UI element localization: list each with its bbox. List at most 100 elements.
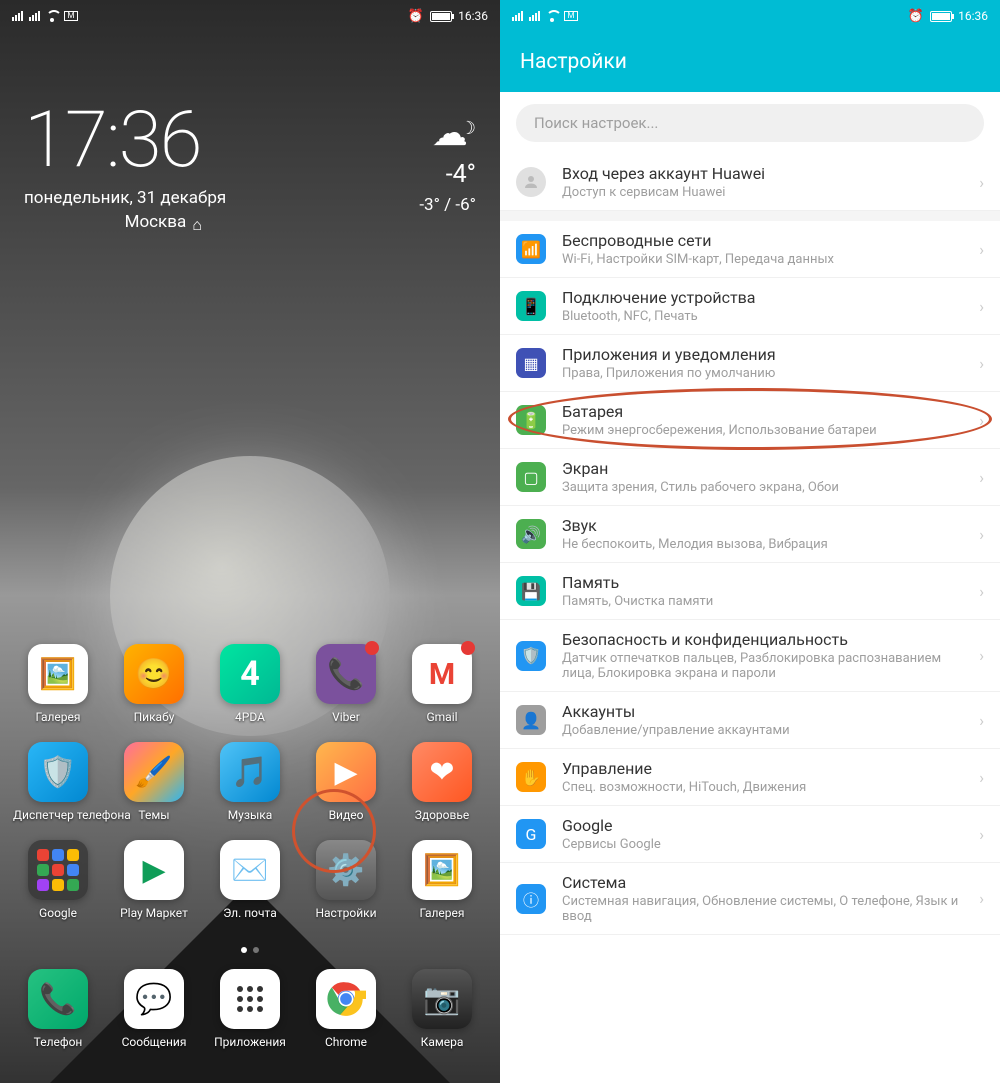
settings-list: 📶Беспроводные сетиWi-Fi, Настройки SIM-к… (500, 221, 1000, 935)
app-viber[interactable]: 📞 Viber (301, 644, 391, 724)
signal-icon-2 (29, 11, 40, 21)
pikabu-icon: 😊 (124, 644, 184, 704)
huawei-account-row[interactable]: Вход через аккаунт Huawei Доступ к сервис… (500, 154, 1000, 211)
app-music[interactable]: 🎵Музыка (205, 742, 295, 822)
chrome-icon (316, 969, 376, 1029)
wifi-icon (46, 10, 58, 22)
app-label: Галерея (13, 710, 103, 724)
gallery-icon: 🖼️ (28, 644, 88, 704)
app-4pda[interactable]: 4 4PDA (205, 644, 295, 724)
clock-city: Москва (125, 212, 187, 232)
item-title: Аккаунты (562, 702, 971, 721)
settings-row-google[interactable]: GGoogleСервисы Google› (500, 806, 1000, 863)
sound-icon: 🔊 (516, 519, 546, 549)
settings-row-control[interactable]: ✋УправлениеСпец. возможности, HiTouch, Д… (500, 749, 1000, 806)
settings-title: Настройки (500, 32, 1000, 92)
account-avatar-icon (516, 167, 546, 197)
app-label: Настройки (301, 906, 391, 920)
chevron-right-icon: › (979, 646, 984, 665)
app-email[interactable]: ✉️Эл. почта (205, 840, 295, 920)
alarm-icon: ⏰ (408, 9, 424, 24)
app-label: Пикабу (109, 710, 199, 724)
item-title: Google (562, 816, 971, 835)
item-sub: Спец. возможности, HiTouch, Движения (562, 780, 971, 795)
app-play[interactable]: ▶Play Маркет (109, 840, 199, 920)
google-folder-icon (28, 840, 88, 900)
settings-row-sound[interactable]: 🔊ЗвукНе беспокоить, Мелодия вызова, Вибр… (500, 506, 1000, 563)
signal-icon (512, 11, 523, 21)
item-sub: Режим энергосбережения, Использование ба… (562, 423, 971, 438)
signal-icon-2 (529, 11, 540, 21)
app-label: 4PDA (205, 710, 295, 724)
alarm-icon: ⏰ (908, 9, 924, 24)
settings-row-accounts[interactable]: 👤АккаунтыДобавление/управление аккаунтам… (500, 692, 1000, 749)
status-time: 16:36 (458, 9, 488, 23)
item-title: Система (562, 873, 971, 892)
google-icon: G (516, 819, 546, 849)
mail-icon: M (564, 11, 578, 21)
app-phone-manager[interactable]: 🛡️Диспетчер телефона (13, 742, 103, 822)
app-messages[interactable]: 💬Сообщения (109, 969, 199, 1049)
app-themes[interactable]: 🖌️ Темы (109, 742, 199, 822)
settings-row-storage[interactable]: 💾ПамятьПамять, Очистка памяти› (500, 563, 1000, 620)
settings-row-battery[interactable]: 🔋БатареяРежим энергосбережения, Использо… (500, 392, 1000, 449)
chevron-right-icon: › (979, 711, 984, 730)
app-label: Gmail (397, 710, 487, 724)
settings-row-security[interactable]: 🛡️Безопасность и конфиденциальностьДатчи… (500, 620, 1000, 692)
play-icon: ▶ (124, 840, 184, 900)
app-health[interactable]: ❤Здоровье (397, 742, 487, 822)
themes-icon: 🖌️ (124, 742, 184, 802)
settings-row-system[interactable]: ⓘСистемаСистемная навигация, Обновление … (500, 863, 1000, 935)
item-title: Вход через аккаунт Huawei (562, 164, 971, 183)
chevron-right-icon: › (979, 525, 984, 544)
home-screen: M ⏰ 16:36 17:36 понедельник, 31 декабря … (0, 0, 500, 1083)
page-indicator[interactable] (10, 938, 490, 957)
app-label: Темы (109, 808, 199, 822)
settings-row-apps[interactable]: ▦Приложения и уведомленияПрава, Приложен… (500, 335, 1000, 392)
chevron-right-icon: › (979, 768, 984, 787)
app-camera[interactable]: 📷Камера (397, 969, 487, 1049)
app-gallery[interactable]: 🖼️ Галерея (13, 644, 103, 724)
status-time: 16:36 (958, 9, 988, 23)
app-label: Эл. почта (205, 906, 295, 920)
clock-weather-widget[interactable]: 17:36 понедельник, 31 декабря Москва ☁☽ … (0, 32, 500, 232)
app-apps[interactable]: Приложения (205, 969, 295, 1049)
app-label: Телефон (13, 1035, 103, 1049)
item-sub: Доступ к сервисам Huawei (562, 185, 971, 200)
item-title: Безопасность и конфиденциальность (562, 630, 971, 649)
app-gallery2[interactable]: 🖼️Галерея (397, 840, 487, 920)
camera-icon: 📷 (412, 969, 472, 1029)
app-phone[interactable]: 📞Телефон (13, 969, 103, 1049)
weather-temp: -4° (419, 160, 476, 189)
4pda-icon: 4 (220, 644, 280, 704)
music-icon: 🎵 (220, 742, 280, 802)
item-sub: Память, Очистка памяти (562, 594, 971, 609)
settings-row-wireless[interactable]: 📶Беспроводные сетиWi-Fi, Настройки SIM-к… (500, 221, 1000, 278)
apps-icon (220, 969, 280, 1029)
item-title: Батарея (562, 402, 971, 421)
chevron-right-icon: › (979, 297, 984, 316)
app-google-folder[interactable]: Google (13, 840, 103, 920)
item-sub: Защита зрения, Стиль рабочего экрана, Об… (562, 480, 971, 495)
wifi-icon (546, 10, 558, 22)
app-grid: 🖼️Галерея😊Пикабу44PDA📞ViberMGmail🛡️Диспе… (0, 644, 500, 1083)
item-title: Память (562, 573, 971, 592)
accounts-icon: 👤 (516, 705, 546, 735)
home-icon (192, 215, 206, 229)
app-label: Viber (301, 710, 391, 724)
chevron-right-icon: › (979, 582, 984, 601)
item-title: Звук (562, 516, 971, 535)
gallery2-icon: 🖼️ (412, 840, 472, 900)
viber-icon: 📞 (316, 644, 376, 704)
status-bar: M ⏰ 16:36 (500, 0, 1000, 32)
app-chrome[interactable]: Chrome (301, 969, 391, 1049)
settings-row-screen[interactable]: ▢ЭкранЗащита зрения, Стиль рабочего экра… (500, 449, 1000, 506)
item-sub: Сервисы Google (562, 837, 971, 852)
system-icon: ⓘ (516, 884, 546, 914)
app-pikabu[interactable]: 😊 Пикабу (109, 644, 199, 724)
app-gmail[interactable]: MGmail (397, 644, 487, 724)
settings-row-device[interactable]: 📱Подключение устройстваBluetooth, NFC, П… (500, 278, 1000, 335)
dock: 📞Телефон💬СообщенияПриложенияChrome📷Камер… (10, 965, 490, 1065)
screen-icon: ▢ (516, 462, 546, 492)
search-input[interactable]: Поиск настроек... (516, 104, 984, 142)
